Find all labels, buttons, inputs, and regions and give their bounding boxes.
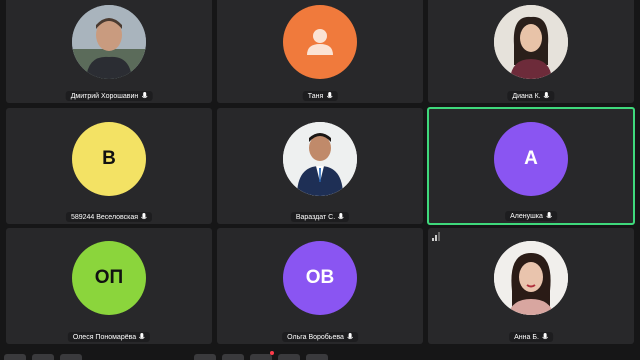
participant-name: Олеся Пономарёва [72,333,137,341]
avatar-photo [283,122,357,196]
participant-avatar: ОВ [283,241,357,315]
participant-tile[interactable]: Анна Б. [428,228,634,344]
participant-name: Дмитрий Хорошавин [70,92,139,100]
participant-name-label: 589244 Веселовская [65,212,153,222]
microphone-icon [546,212,552,219]
participant-tile-active-speaker[interactable]: А Аленушка [427,107,635,225]
participant-name-label: Дмитрий Хорошавин [65,91,153,101]
bottom-toolbar [0,350,640,360]
participant-tile[interactable]: Дмитрий Хорошавин [6,0,212,103]
microphone-icon [139,333,145,340]
record-button[interactable] [250,351,274,360]
toolbar-button[interactable] [4,354,26,360]
microphone-icon [326,92,333,99]
participant-avatar [494,5,568,79]
participant-avatar: А [494,122,568,196]
avatar-initials: В [102,148,116,169]
avatar-photo [494,5,568,79]
avatar-photo [494,241,568,315]
participant-name: Таня [307,92,324,100]
participant-name: Аленушка [510,212,543,220]
participant-name-label: Таня [302,91,338,101]
microphone-icon [141,213,147,220]
toolbar-button[interactable] [32,354,54,360]
participant-tile[interactable]: Диана К. [428,0,634,103]
participant-name-label: Анна Б. [509,332,553,342]
participant-name: Анна Б. [514,333,539,341]
microphone-icon [338,213,344,220]
participant-grid: Дмитрий Хорошавин Таня Диана К. В 589244… [0,0,640,360]
avatar-initials: А [524,148,538,169]
participant-avatar [72,5,146,79]
microphone-icon [543,92,550,99]
participant-tile[interactable]: Таня [217,0,423,103]
avatar-photo [72,5,146,79]
toolbar-button[interactable] [278,354,300,360]
microphone-icon [347,333,353,340]
participant-tile[interactable]: ОВ Ольга Воробьева [217,228,423,344]
participant-name: Вараздат С. [295,213,336,221]
participant-avatar: ОП [72,241,146,315]
toolbar-button[interactable] [60,354,82,360]
participant-name-label: Диана К. [507,91,555,101]
user-placeholder-icon [307,29,333,55]
participant-avatar [283,122,357,196]
participant-name-label: Вараздат С. [290,212,350,222]
avatar-initials: ОП [94,267,124,288]
avatar-initials: ОВ [305,267,335,288]
participant-avatar: В [72,122,146,196]
microphone-icon [542,333,548,340]
participant-name: Ольга Воробьева [287,333,344,341]
toolbar-button[interactable] [306,354,328,360]
participant-name-label: Олеся Пономарёва [67,332,151,342]
participant-tile[interactable]: ОП Олеся Пономарёва [6,228,212,344]
participant-name: 589244 Веселовская [70,213,139,221]
participant-avatar [283,5,357,79]
participant-name: Диана К. [512,92,541,100]
participant-avatar [494,241,568,315]
participant-name-label: Аленушка [505,211,557,221]
participant-tile[interactable]: Вараздат С. [217,108,423,224]
microphone-icon [141,92,148,99]
toolbar-button[interactable] [222,354,244,360]
participant-name-label: Ольга Воробьева [282,332,358,342]
participant-tile[interactable]: В 589244 Веселовская [6,108,212,224]
toolbar-button[interactable] [194,354,216,360]
signal-bars-icon [432,232,440,241]
